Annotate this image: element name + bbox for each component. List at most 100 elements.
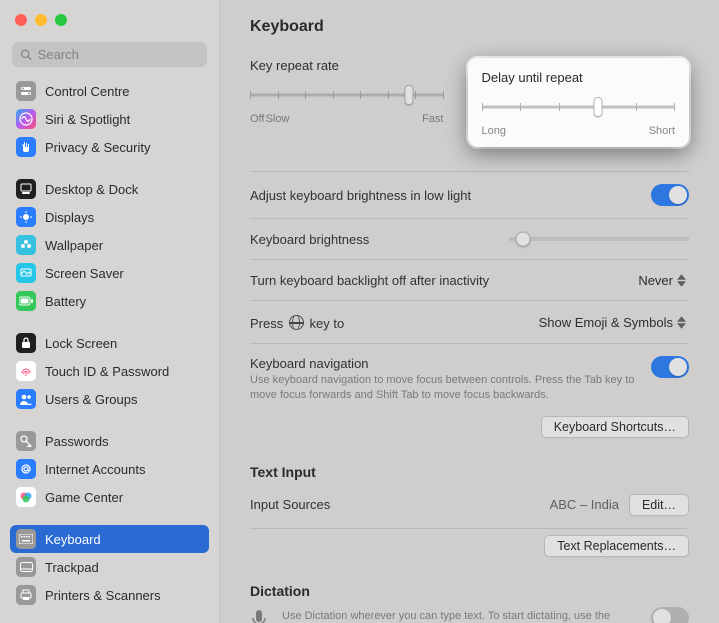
dictation-toggle[interactable] [651, 607, 689, 623]
key-repeat-slow-label: Slow [266, 113, 290, 125]
sidebar-item-label: Touch ID & Password [45, 364, 169, 379]
fullscreen-window-button[interactable] [55, 14, 67, 26]
sidebar-item-wallpaper[interactable]: Wallpaper [10, 231, 209, 259]
sidebar-item-battery[interactable]: Battery [10, 287, 209, 315]
sidebar-item-label: Printers & Scanners [45, 588, 161, 603]
text-input-section-title: Text Input [250, 464, 689, 480]
sidebar: Control Centre Siri & Spotlight Privacy & … [0, 0, 220, 623]
sidebar-item-game-center[interactable]: Game Center [10, 483, 209, 511]
press-globe-value: Show Emoji & Symbols [539, 315, 673, 330]
content-pane: Keyboard Key repeat rate Off Slow Fast D… [220, 0, 719, 623]
sidebar-item-internet-accounts[interactable]: Internet Accounts [10, 455, 209, 483]
hand-icon [16, 137, 36, 157]
flower-icon [16, 235, 36, 255]
sidebar-item-lock-screen[interactable]: Lock Screen [10, 329, 209, 357]
delay-until-repeat-slider[interactable] [482, 99, 676, 115]
sidebar-item-trackpad[interactable]: Trackpad [10, 553, 209, 581]
microphone-icon [250, 609, 270, 623]
delay-until-repeat-label: Delay until repeat [482, 70, 676, 85]
backlight-off-after-value: Never [638, 273, 673, 288]
keyboard-icon [16, 529, 36, 549]
sidebar-item-touch-id-password[interactable]: Touch ID & Password [10, 357, 209, 385]
backlight-off-after-select[interactable]: Never [638, 272, 689, 288]
delay-until-repeat-thumb[interactable] [593, 97, 602, 117]
fingerprint-icon [16, 361, 36, 381]
users-icon [16, 389, 36, 409]
sidebar-item-screen-saver[interactable]: Screen Saver [10, 259, 209, 287]
printer-icon [16, 585, 36, 605]
delay-short-label: Short [649, 125, 675, 137]
sidebar-item-displays[interactable]: Displays [10, 203, 209, 231]
backlight-off-after-label: Turn keyboard backlight off after inacti… [250, 273, 489, 288]
keyboard-navigation-label: Keyboard navigation [250, 356, 650, 371]
sidebar-item-label: Trackpad [45, 560, 99, 575]
minimize-window-button[interactable] [35, 14, 47, 26]
text-replacements-button[interactable]: Text Replacements… [544, 535, 689, 557]
at-icon [16, 459, 36, 479]
delay-long-label: Long [482, 125, 506, 137]
press-globe-label: Press key to [250, 313, 344, 331]
display-icon [16, 207, 36, 227]
sidebar-item-control-centre[interactable]: Control Centre [10, 77, 209, 105]
chevron-updown-icon [677, 314, 689, 330]
battery-icon [16, 291, 36, 311]
sidebar-item-label: Control Centre [45, 84, 130, 99]
key-repeat-rate-slider[interactable] [250, 87, 444, 103]
chevron-updown-icon [677, 272, 689, 288]
sidebar-item-label: Keyboard [45, 532, 101, 547]
press-globe-select[interactable]: Show Emoji & Symbols [539, 314, 689, 330]
sidebar-list: Control Centre Siri & Spotlight Privacy & … [0, 77, 219, 623]
dock-icon [16, 179, 36, 199]
sidebar-item-label: Privacy & Security [45, 140, 150, 155]
sidebar-item-passwords[interactable]: Passwords [10, 427, 209, 455]
keyboard-brightness-thumb[interactable] [516, 232, 531, 247]
dictation-section-title: Dictation [250, 583, 689, 599]
sidebar-item-label: Passwords [45, 434, 109, 449]
switches-icon [16, 81, 36, 101]
sidebar-item-label: Game Center [45, 490, 123, 505]
siri-icon [16, 109, 36, 129]
adjust-brightness-low-light-label: Adjust keyboard brightness in low light [250, 188, 471, 203]
close-window-button[interactable] [15, 14, 27, 26]
sidebar-item-printers-scanners[interactable]: Printers & Scanners [10, 581, 209, 609]
sidebar-item-label: Wallpaper [45, 238, 103, 253]
system-settings-window: Control Centre Siri & Spotlight Privacy & … [0, 0, 719, 623]
key-icon [16, 431, 36, 451]
sidebar-item-label: Internet Accounts [45, 462, 145, 477]
sidebar-item-label: Siri & Spotlight [45, 112, 130, 127]
key-repeat-rate-label: Key repeat rate [250, 58, 444, 73]
gamecenter-icon [16, 487, 36, 507]
input-sources-value: ABC – India [550, 497, 619, 512]
sidebar-item-label: Displays [45, 210, 94, 225]
sidebar-item-desktop-dock[interactable]: Desktop & Dock [10, 175, 209, 203]
search-input[interactable] [38, 47, 199, 62]
search-field[interactable] [12, 42, 207, 67]
keyboard-navigation-toggle[interactable] [651, 356, 689, 378]
screensaver-icon [16, 263, 36, 283]
dictation-sublabel: Use Dictation wherever you can type text… [282, 609, 622, 623]
sidebar-item-label: Users & Groups [45, 392, 137, 407]
key-repeat-off-label: Off [250, 113, 264, 125]
sidebar-item-privacy-security[interactable]: Privacy & Security [10, 133, 209, 161]
page-title: Keyboard [250, 18, 689, 36]
sidebar-item-label: Screen Saver [45, 266, 124, 281]
sidebar-item-label: Battery [45, 294, 86, 309]
delay-until-repeat-block: Delay until repeat Long Short [468, 58, 690, 147]
adjust-brightness-low-light-toggle[interactable] [651, 184, 689, 206]
key-repeat-rate-thumb[interactable] [404, 85, 413, 105]
trackpad-icon [16, 557, 36, 577]
key-repeat-fast-label: Fast [422, 113, 443, 125]
globe-icon [289, 315, 304, 330]
sidebar-item-keyboard[interactable]: Keyboard [10, 525, 209, 553]
search-icon [20, 48, 32, 61]
sidebar-item-label: Lock Screen [45, 336, 117, 351]
window-controls [0, 0, 219, 26]
keyboard-brightness-slider[interactable] [509, 237, 689, 241]
sidebar-item-label: Desktop & Dock [45, 182, 138, 197]
sidebar-item-siri-spotlight[interactable]: Siri & Spotlight [10, 105, 209, 133]
keyboard-brightness-label: Keyboard brightness [250, 232, 369, 247]
keyboard-shortcuts-button[interactable]: Keyboard Shortcuts… [541, 416, 689, 438]
input-sources-edit-button[interactable]: Edit… [629, 494, 689, 516]
input-sources-label: Input Sources [250, 497, 330, 512]
sidebar-item-users-groups[interactable]: Users & Groups [10, 385, 209, 413]
